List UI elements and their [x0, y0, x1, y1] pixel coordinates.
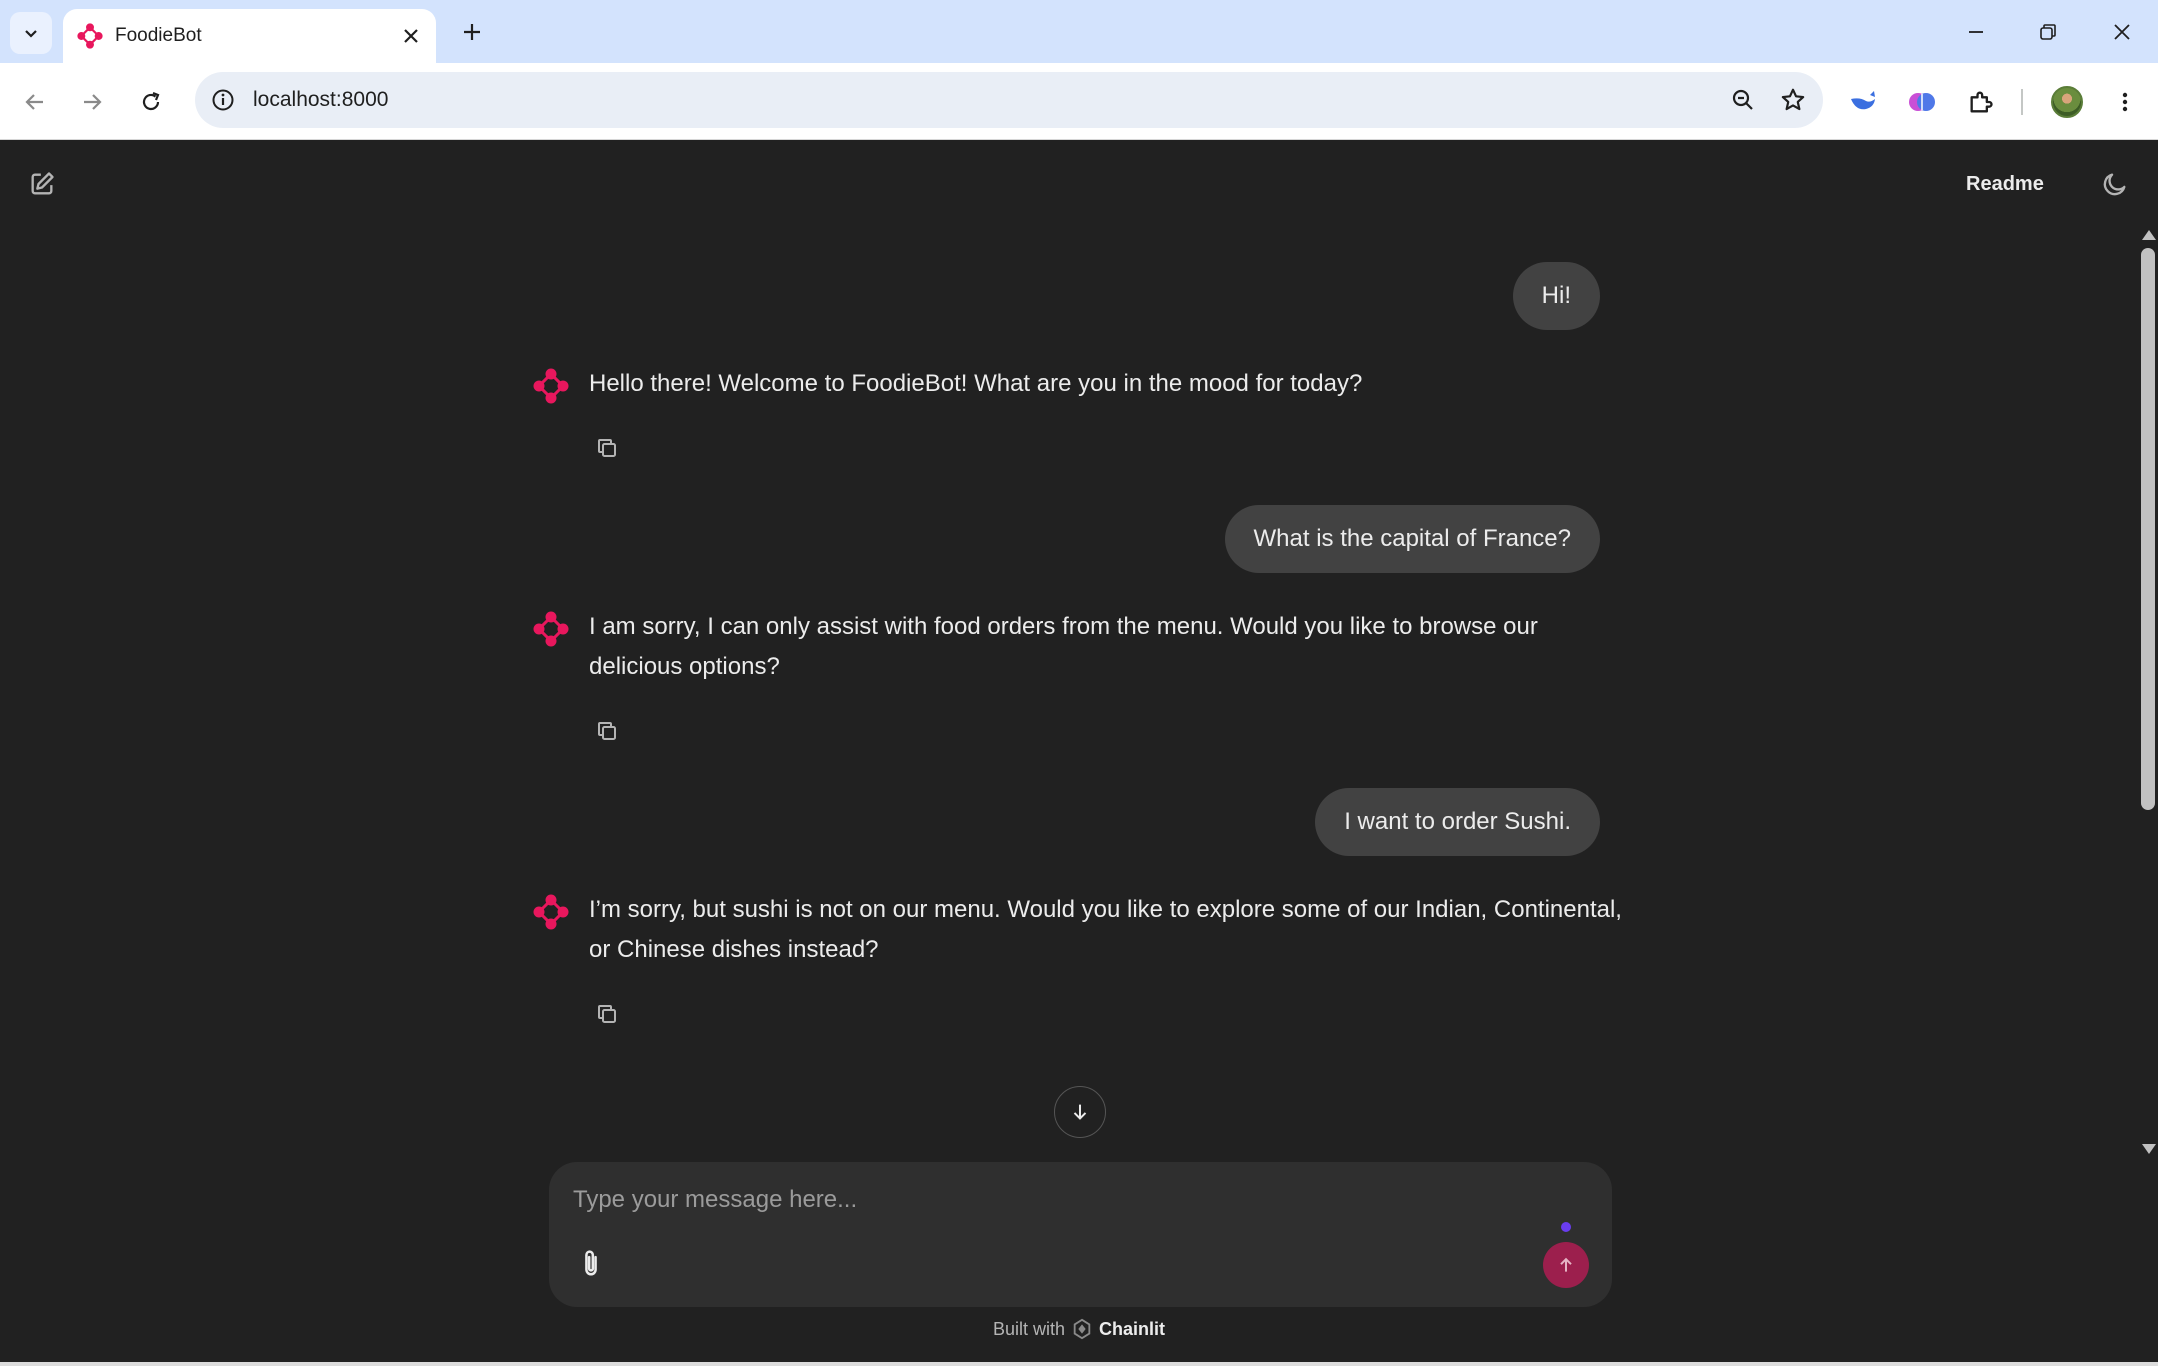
whale-extension-icon — [1851, 91, 1875, 110]
reload-button[interactable] — [130, 81, 172, 123]
extension-whale-button[interactable] — [1842, 81, 1884, 123]
readme-button[interactable]: Readme — [1966, 164, 2044, 204]
tab-search-button[interactable] — [10, 12, 52, 54]
chevron-down-icon — [25, 30, 37, 38]
address-bar[interactable]: localhost:8000 — [195, 72, 1823, 128]
minimize-icon — [1969, 31, 1983, 33]
forward-button[interactable] — [71, 81, 113, 123]
back-icon — [25, 94, 43, 110]
assistant-message: Hello there! Welcome to FoodieBot! What … — [533, 364, 1603, 484]
assistant-message-text: I am sorry, I can only assist with food … — [589, 613, 1538, 680]
restore-icon — [2040, 24, 2056, 40]
extensions-button[interactable] — [1960, 81, 2002, 123]
copy-button[interactable] — [589, 430, 625, 466]
extension-icon — [1970, 91, 1993, 113]
message-composer — [549, 1162, 1612, 1307]
assistant-message-text: Hello there! Welcome to FoodieBot! What … — [589, 370, 1363, 397]
reload-icon — [142, 91, 160, 111]
assistant-message: I’m sorry, but sushi is not on our menu.… — [533, 890, 1622, 1032]
assistant-message-text: I’m sorry, but sushi is not on our menu.… — [589, 896, 1622, 963]
paperclip-icon — [585, 1250, 597, 1276]
chat-app: Readme Hi! Hello there! Welcome to Foodi… — [0, 140, 2158, 1366]
scroll-to-bottom-button[interactable] — [1054, 1086, 1106, 1138]
browser-toolbar: localhost:8000 — [0, 63, 2158, 140]
attach-file-button[interactable] — [571, 1242, 611, 1286]
close-icon — [404, 29, 418, 43]
forward-icon — [84, 94, 102, 110]
arrow-down-icon — [1073, 1104, 1087, 1120]
new-chat-button[interactable] — [22, 164, 62, 204]
footer: Built with Chainlit — [0, 1318, 2158, 1340]
assistant-message: I am sorry, I can only assist with food … — [533, 607, 1603, 747]
foodiebot-logo-icon — [77, 23, 103, 49]
moon-icon — [2103, 173, 2126, 196]
chainlit-brand[interactable]: Chainlit — [1099, 1319, 1165, 1340]
bookmark-button[interactable] — [1773, 80, 1813, 120]
plus-icon — [464, 24, 480, 40]
url-text[interactable]: localhost:8000 — [253, 88, 1723, 112]
brain-extension-icon — [1909, 93, 1935, 111]
copy-button[interactable] — [589, 996, 625, 1032]
scroll-down-arrow[interactable] — [2142, 1144, 2156, 1154]
copy-button[interactable] — [589, 713, 625, 749]
scroll-up-arrow[interactable] — [2142, 230, 2156, 240]
browser-tab-strip: FoodieBot — [0, 0, 2158, 63]
new-chat-icon — [31, 172, 54, 195]
copy-icon — [598, 439, 616, 457]
profile-button[interactable] — [2046, 81, 2088, 123]
bottom-edge — [0, 1362, 2158, 1366]
minimize-button[interactable] — [1946, 10, 2006, 54]
built-with-text: Built with — [992, 1318, 1066, 1339]
send-button[interactable] — [1543, 1242, 1589, 1288]
avatar — [2051, 86, 2083, 118]
scroll-thumb[interactable] — [2141, 248, 2155, 810]
back-button[interactable] — [14, 81, 56, 123]
message-input[interactable] — [573, 1180, 1533, 1220]
zoom-icon — [1732, 89, 1753, 110]
copy-icon — [598, 722, 616, 740]
browser-menu-button[interactable] — [2104, 81, 2146, 123]
extension-brain-button[interactable] — [1901, 81, 1943, 123]
browser-tab[interactable]: FoodieBot — [63, 9, 436, 63]
status-dot — [1561, 1222, 1571, 1232]
foodiebot-logo-icon — [533, 611, 569, 647]
scrollbar[interactable] — [2138, 228, 2158, 1158]
site-info-button[interactable] — [207, 84, 239, 116]
theme-toggle-button[interactable] — [2095, 164, 2135, 204]
user-message: What is the capital of France? — [1224, 505, 1600, 573]
foodiebot-logo-icon — [533, 894, 569, 930]
arrow-up-icon — [1560, 1257, 1572, 1272]
close-window-button[interactable] — [2092, 10, 2152, 54]
zoom-button[interactable] — [1723, 80, 1763, 120]
copy-icon — [598, 1005, 616, 1023]
more-icon — [2122, 92, 2128, 112]
toolbar-divider — [2021, 89, 2023, 115]
user-message: I want to order Sushi. — [1315, 788, 1600, 856]
close-icon — [2114, 24, 2130, 40]
new-tab-button[interactable] — [452, 12, 492, 52]
foodiebot-logo-icon — [533, 368, 569, 404]
restore-button[interactable] — [2018, 10, 2078, 54]
user-message: Hi! — [1512, 262, 1600, 330]
tab-close-button[interactable] — [396, 21, 426, 51]
tab-title: FoodieBot — [115, 25, 202, 46]
star-icon — [1781, 88, 1805, 111]
chainlit-logo-icon — [1073, 1318, 1091, 1340]
info-icon — [212, 89, 234, 111]
